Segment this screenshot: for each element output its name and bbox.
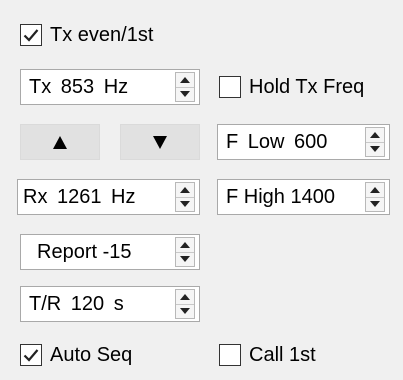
- report-stepper[interactable]: [175, 237, 195, 267]
- spin-up-icon[interactable]: [176, 290, 194, 305]
- tx-freq-spinbox[interactable]: Tx 853 Hz: [20, 69, 200, 105]
- f-low-stepper[interactable]: [365, 127, 385, 157]
- move-down-button[interactable]: [120, 124, 200, 160]
- wsjt-control-panel: Tx even/1st Tx 853 Hz Hold Tx Freq F Low…: [0, 0, 403, 380]
- rx-freq-spinbox[interactable]: Rx 1261 Hz: [17, 179, 200, 215]
- report-spinbox[interactable]: Report -15: [20, 234, 200, 270]
- spin-down-icon[interactable]: [176, 253, 194, 267]
- f-high-stepper[interactable]: [365, 182, 385, 212]
- f-high-value: F High 1400: [226, 185, 335, 208]
- tr-period-value: T/R 120 s: [29, 292, 124, 315]
- tx-even-check-box[interactable]: [20, 24, 42, 46]
- spin-up-icon[interactable]: [176, 238, 194, 253]
- tx-even-label: Tx even/1st: [50, 23, 154, 46]
- spin-up-icon[interactable]: [366, 128, 384, 143]
- tx-freq-value: Tx 853 Hz: [29, 75, 129, 98]
- tr-period-stepper[interactable]: [175, 289, 195, 319]
- tr-period-spinbox[interactable]: T/R 120 s: [20, 286, 200, 322]
- spin-up-icon[interactable]: [366, 183, 384, 198]
- spin-up-icon[interactable]: [176, 183, 194, 198]
- spin-down-icon[interactable]: [176, 198, 194, 212]
- auto-seq-checkbox[interactable]: Auto Seq: [20, 340, 132, 370]
- hold-tx-freq-checkbox[interactable]: Hold Tx Freq: [219, 72, 364, 102]
- triangle-up-icon: [53, 135, 67, 149]
- spin-down-icon[interactable]: [176, 88, 194, 102]
- checkmark-icon: [23, 29, 39, 42]
- move-up-button[interactable]: [20, 124, 100, 160]
- spin-up-icon[interactable]: [176, 73, 194, 88]
- hold-tx-freq-check-box[interactable]: [219, 76, 241, 98]
- call-1st-label: Call 1st: [249, 343, 316, 366]
- f-low-value: F Low 600: [226, 130, 328, 153]
- triangle-down-icon: [153, 135, 167, 149]
- spin-down-icon[interactable]: [366, 198, 384, 212]
- auto-seq-check-box[interactable]: [20, 344, 42, 366]
- spin-down-icon[interactable]: [366, 143, 384, 157]
- auto-seq-label: Auto Seq: [50, 343, 133, 366]
- tx-freq-stepper[interactable]: [175, 72, 195, 102]
- spin-down-icon[interactable]: [176, 305, 194, 319]
- tx-even-checkbox[interactable]: Tx even/1st: [20, 20, 153, 50]
- checkmark-icon: [23, 349, 39, 362]
- f-high-spinbox[interactable]: F High 1400: [217, 179, 390, 215]
- call-1st-check-box[interactable]: [219, 344, 241, 366]
- report-value: Report -15: [37, 240, 132, 263]
- call-1st-checkbox[interactable]: Call 1st: [219, 340, 316, 370]
- rx-freq-stepper[interactable]: [175, 182, 195, 212]
- f-low-spinbox[interactable]: F Low 600: [217, 124, 390, 160]
- rx-freq-value: Rx 1261 Hz: [23, 185, 136, 208]
- hold-tx-freq-label: Hold Tx Freq: [249, 75, 365, 98]
